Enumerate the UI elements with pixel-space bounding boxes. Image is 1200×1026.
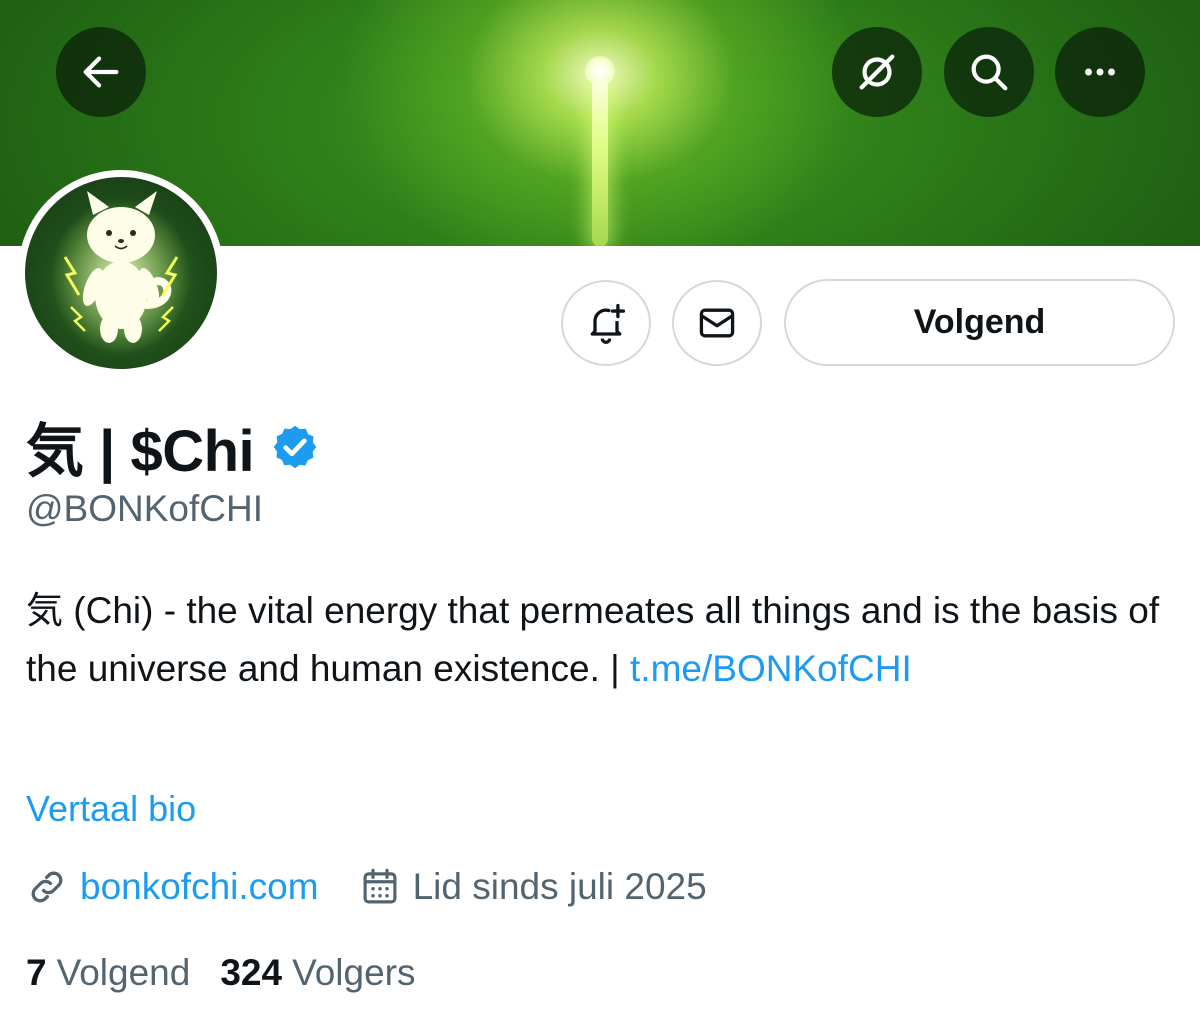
display-name: 気 | $Chi [26, 419, 255, 484]
bio-telegram-link[interactable]: t.me/BONKofCHI [630, 648, 912, 689]
banner-light-beam [592, 72, 608, 246]
envelope-icon [699, 308, 735, 338]
bell-plus-icon [590, 303, 626, 344]
profile-meta-row: bonkofchi.com Lid sinds juli 2025 [26, 866, 707, 908]
calendar-icon [363, 868, 397, 904]
verified-badge-icon[interactable] [270, 422, 320, 472]
grok-icon [859, 54, 895, 90]
glowing-dog-illustration [51, 191, 191, 355]
notifications-button[interactable] [561, 280, 651, 366]
banner-light-tip [585, 56, 615, 86]
translate-bio-link[interactable]: Vertaal bio [26, 788, 196, 830]
following-button[interactable]: Volgend [784, 279, 1175, 366]
following-count-link[interactable]: 7 Volgend [26, 952, 190, 994]
profile-bio: 気 (Chi) - the vital energy that permeate… [26, 582, 1176, 698]
avatar[interactable] [18, 170, 224, 376]
grok-button[interactable] [832, 27, 922, 117]
search-button[interactable] [944, 27, 1034, 117]
following-count: 7 [26, 952, 47, 993]
username-handle: @BONKofCHI [26, 488, 263, 529]
search-icon [971, 54, 1008, 91]
link-icon [31, 871, 63, 903]
follow-counts: 7 Volgend 324 Volgers [26, 952, 445, 994]
display-name-row: 気 | $Chi [26, 404, 320, 488]
followers-count: 324 [220, 952, 283, 993]
message-button[interactable] [672, 280, 762, 366]
following-label: Volgend [56, 952, 191, 993]
more-horizontal-icon [1085, 68, 1115, 76]
join-date: Lid sinds juli 2025 [412, 866, 707, 907]
bio-text: 気 (Chi) - the vital energy that permeate… [26, 590, 1160, 689]
website-link[interactable]: bonkofchi.com [80, 866, 319, 908]
followers-label: Volgers [292, 952, 416, 993]
followers-count-link[interactable]: 324 Volgers [220, 952, 415, 994]
more-button[interactable] [1055, 27, 1145, 117]
back-button[interactable] [56, 27, 146, 117]
arrow-left-icon [83, 56, 119, 88]
avatar-image [25, 177, 217, 369]
